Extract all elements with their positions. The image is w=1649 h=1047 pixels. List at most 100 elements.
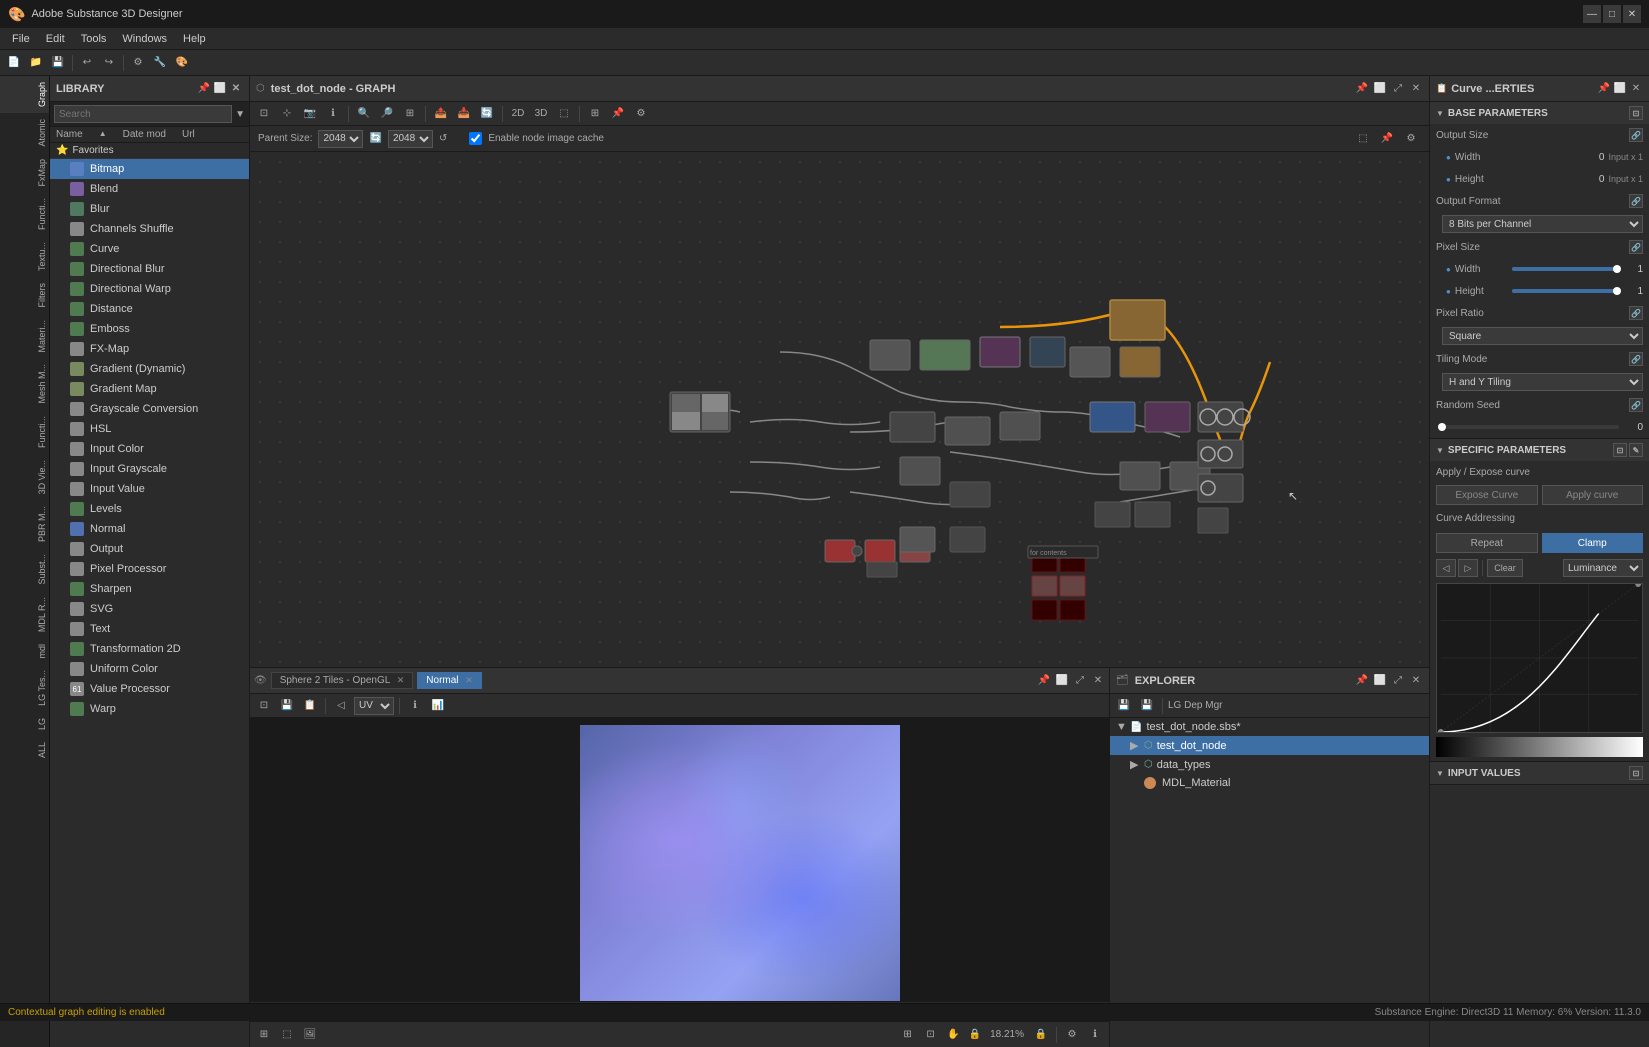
sidebar-section-all[interactable]: ALL [0, 736, 49, 764]
vbt-grid-btn[interactable]: ⊞ [898, 1025, 918, 1045]
pixel-width-slider[interactable] [1512, 267, 1619, 271]
vbt-info-btn[interactable]: ⚙ [1062, 1025, 1082, 1045]
lib-item-distance[interactable]: Distance [50, 299, 249, 319]
lib-item-bitmap[interactable]: Bitmap [50, 159, 249, 179]
sidebar-section-material[interactable]: Materi... [0, 314, 49, 359]
library-search-input[interactable] [54, 105, 232, 123]
properties-float-icon[interactable]: ⬜ [1613, 82, 1627, 96]
vbt-frame-btn[interactable]: ⊡ [921, 1025, 941, 1045]
sidebar-section-function[interactable]: Functi... [0, 192, 49, 236]
graph-float-icon[interactable]: ⬜ [1373, 82, 1387, 96]
vbt-info-btn2[interactable]: ℹ [1085, 1025, 1105, 1045]
pixel-ratio-select[interactable]: Square [1442, 327, 1643, 345]
tree-toggle-data[interactable]: ▶ [1130, 758, 1140, 771]
lib-item-gradient-map[interactable]: Gradient Map [50, 379, 249, 399]
output-size-icon[interactable]: 🔗 [1629, 128, 1643, 142]
toolbar-btn1[interactable]: ⚙ [128, 53, 148, 73]
vbt-pan-btn[interactable]: ✋ [944, 1025, 964, 1045]
tree-item-mdl-material[interactable]: MDL_Material [1110, 774, 1429, 792]
specific-params-icon2[interactable]: ✎ [1629, 443, 1643, 457]
explorer-float-icon[interactable]: ⬜ [1373, 674, 1387, 688]
tree-toggle-root[interactable]: ▼ [1116, 721, 1126, 733]
sidebar-section-function2[interactable]: Functi... [0, 410, 49, 454]
graph-tool-split[interactable]: ⬚ [554, 104, 574, 124]
library-float-icon[interactable]: ⬜ [213, 82, 227, 96]
maximize-button[interactable]: □ [1603, 5, 1621, 23]
viewport-tool-3[interactable]: 📋 [300, 696, 320, 716]
pixel-ratio-icon[interactable]: 🔗 [1629, 306, 1643, 320]
apply-curve-btn[interactable]: Apply curve [1542, 485, 1644, 505]
node-cluster-far-right[interactable] [1198, 402, 1250, 533]
library-close-icon[interactable]: ✕ [229, 82, 243, 96]
viewport-tool-2[interactable]: 💾 [277, 696, 297, 716]
toolbar-undo[interactable]: ↩ [77, 53, 97, 73]
curve-canvas[interactable] [1436, 583, 1643, 733]
specific-parameters-header[interactable]: ▼ SPECIFIC PARAMETERS ⊡ ✎ [1430, 439, 1649, 461]
graph-tool-export[interactable]: 📤 [431, 104, 451, 124]
graph-node-btn1[interactable]: ⬚ [1353, 129, 1373, 149]
lib-item-input-value[interactable]: Input Value [50, 479, 249, 499]
properties-close-icon[interactable]: ✕ [1629, 82, 1643, 96]
expose-curve-btn[interactable]: Expose Curve [1436, 485, 1538, 505]
tiling-mode-icon[interactable]: 🔗 [1629, 352, 1643, 366]
viewport-tool-1[interactable]: ⊡ [254, 696, 274, 716]
menu-help[interactable]: Help [175, 31, 214, 47]
refresh-icon[interactable]: ↺ [439, 133, 447, 144]
lib-item-directional-warp[interactable]: Directional Warp [50, 279, 249, 299]
graph-pin-icon[interactable]: 📌 [1355, 82, 1369, 96]
viewport-tab-normal[interactable]: Normal ✕ [417, 672, 482, 689]
toolbar-save[interactable]: 💾 [48, 53, 68, 73]
pixel-size-icon[interactable]: 🔗 [1629, 240, 1643, 254]
node-cluster-mid[interactable] [870, 337, 1065, 552]
output-format-select[interactable]: 8 Bits per Channel 16 Bits per Channel 3… [1442, 215, 1643, 233]
graph-node-btn2[interactable]: 📌 [1377, 129, 1397, 149]
graph-tool-select[interactable]: ⊹ [277, 104, 297, 124]
lib-item-normal[interactable]: Normal [50, 519, 249, 539]
sidebar-section-mdl[interactable]: mdl [0, 638, 49, 665]
explorer-save-btn[interactable]: 💾 [1114, 696, 1134, 716]
sidebar-section-lgtest[interactable]: LG Tes... [0, 664, 49, 712]
sidebar-section-fxmap[interactable]: FxMap [0, 153, 49, 193]
minimize-button[interactable]: — [1583, 5, 1601, 23]
library-filter-icon[interactable]: ▼ [235, 109, 245, 120]
sidebar-section-graph[interactable]: Graph [0, 76, 49, 113]
enable-cache-checkbox[interactable] [469, 132, 482, 145]
tiling-mode-select[interactable]: H and Y Tiling No Tiling H Tiling V Tili… [1442, 373, 1643, 391]
lib-item-input-grayscale[interactable]: Input Grayscale [50, 459, 249, 479]
viewport-close-icon[interactable]: ✕ [1091, 674, 1105, 688]
vbt-lock-btn[interactable]: 🔒 [1031, 1025, 1051, 1045]
lib-item-emboss[interactable]: Emboss [50, 319, 249, 339]
lib-item-output[interactable]: Output [50, 539, 249, 559]
graph-tool-2d[interactable]: 2D [508, 104, 528, 124]
random-seed-icon[interactable]: 🔗 [1629, 398, 1643, 412]
graph-tool-import[interactable]: 📥 [454, 104, 474, 124]
graph-tool-share[interactable]: ⚙ [631, 104, 651, 124]
base-params-icon1[interactable]: ⊡ [1629, 106, 1643, 120]
vbt-btn3[interactable]: 🖼 [300, 1025, 320, 1045]
lib-item-warp[interactable]: Warp [50, 699, 249, 719]
tree-item-test-dot-node[interactable]: ▶ ⬡ test_dot_node [1110, 736, 1429, 755]
lib-item-svg[interactable]: SVG [50, 599, 249, 619]
graph-tool-camera[interactable]: 📷 [300, 104, 320, 124]
library-favorites[interactable]: ⭐ Favorites [50, 143, 249, 159]
value-nodes[interactable] [1032, 552, 1085, 620]
lib-item-channels-shuffle[interactable]: Channels Shuffle [50, 219, 249, 239]
sidebar-section-3dview[interactable]: 3D Vie... [0, 454, 49, 500]
random-seed-slider[interactable] [1442, 425, 1619, 429]
sidebar-section-texture[interactable]: Textu... [0, 236, 49, 277]
lib-item-blend[interactable]: Blend [50, 179, 249, 199]
tree-item-data-types[interactable]: ▶ ⬡ data_types [1110, 755, 1429, 774]
menu-file[interactable]: File [4, 31, 38, 47]
graph-tool-frame[interactable]: ⊞ [400, 104, 420, 124]
explorer-pin-icon[interactable]: 📌 [1355, 674, 1369, 688]
properties-pin-icon[interactable]: 📌 [1597, 82, 1611, 96]
toolbar-open[interactable]: 📁 [26, 53, 46, 73]
specific-params-icon1[interactable]: ⊡ [1613, 443, 1627, 457]
lib-item-fx-map[interactable]: FX-Map [50, 339, 249, 359]
menu-windows[interactable]: Windows [114, 31, 175, 47]
lib-item-value-processor[interactable]: 61 Value Processor [50, 679, 249, 699]
node-cluster-right[interactable] [1070, 347, 1210, 527]
toolbar-btn3[interactable]: 🎨 [172, 53, 192, 73]
viewport-float-icon[interactable]: ⬜ [1055, 674, 1069, 688]
graph-maximize-icon[interactable]: ⤢ [1391, 82, 1405, 96]
